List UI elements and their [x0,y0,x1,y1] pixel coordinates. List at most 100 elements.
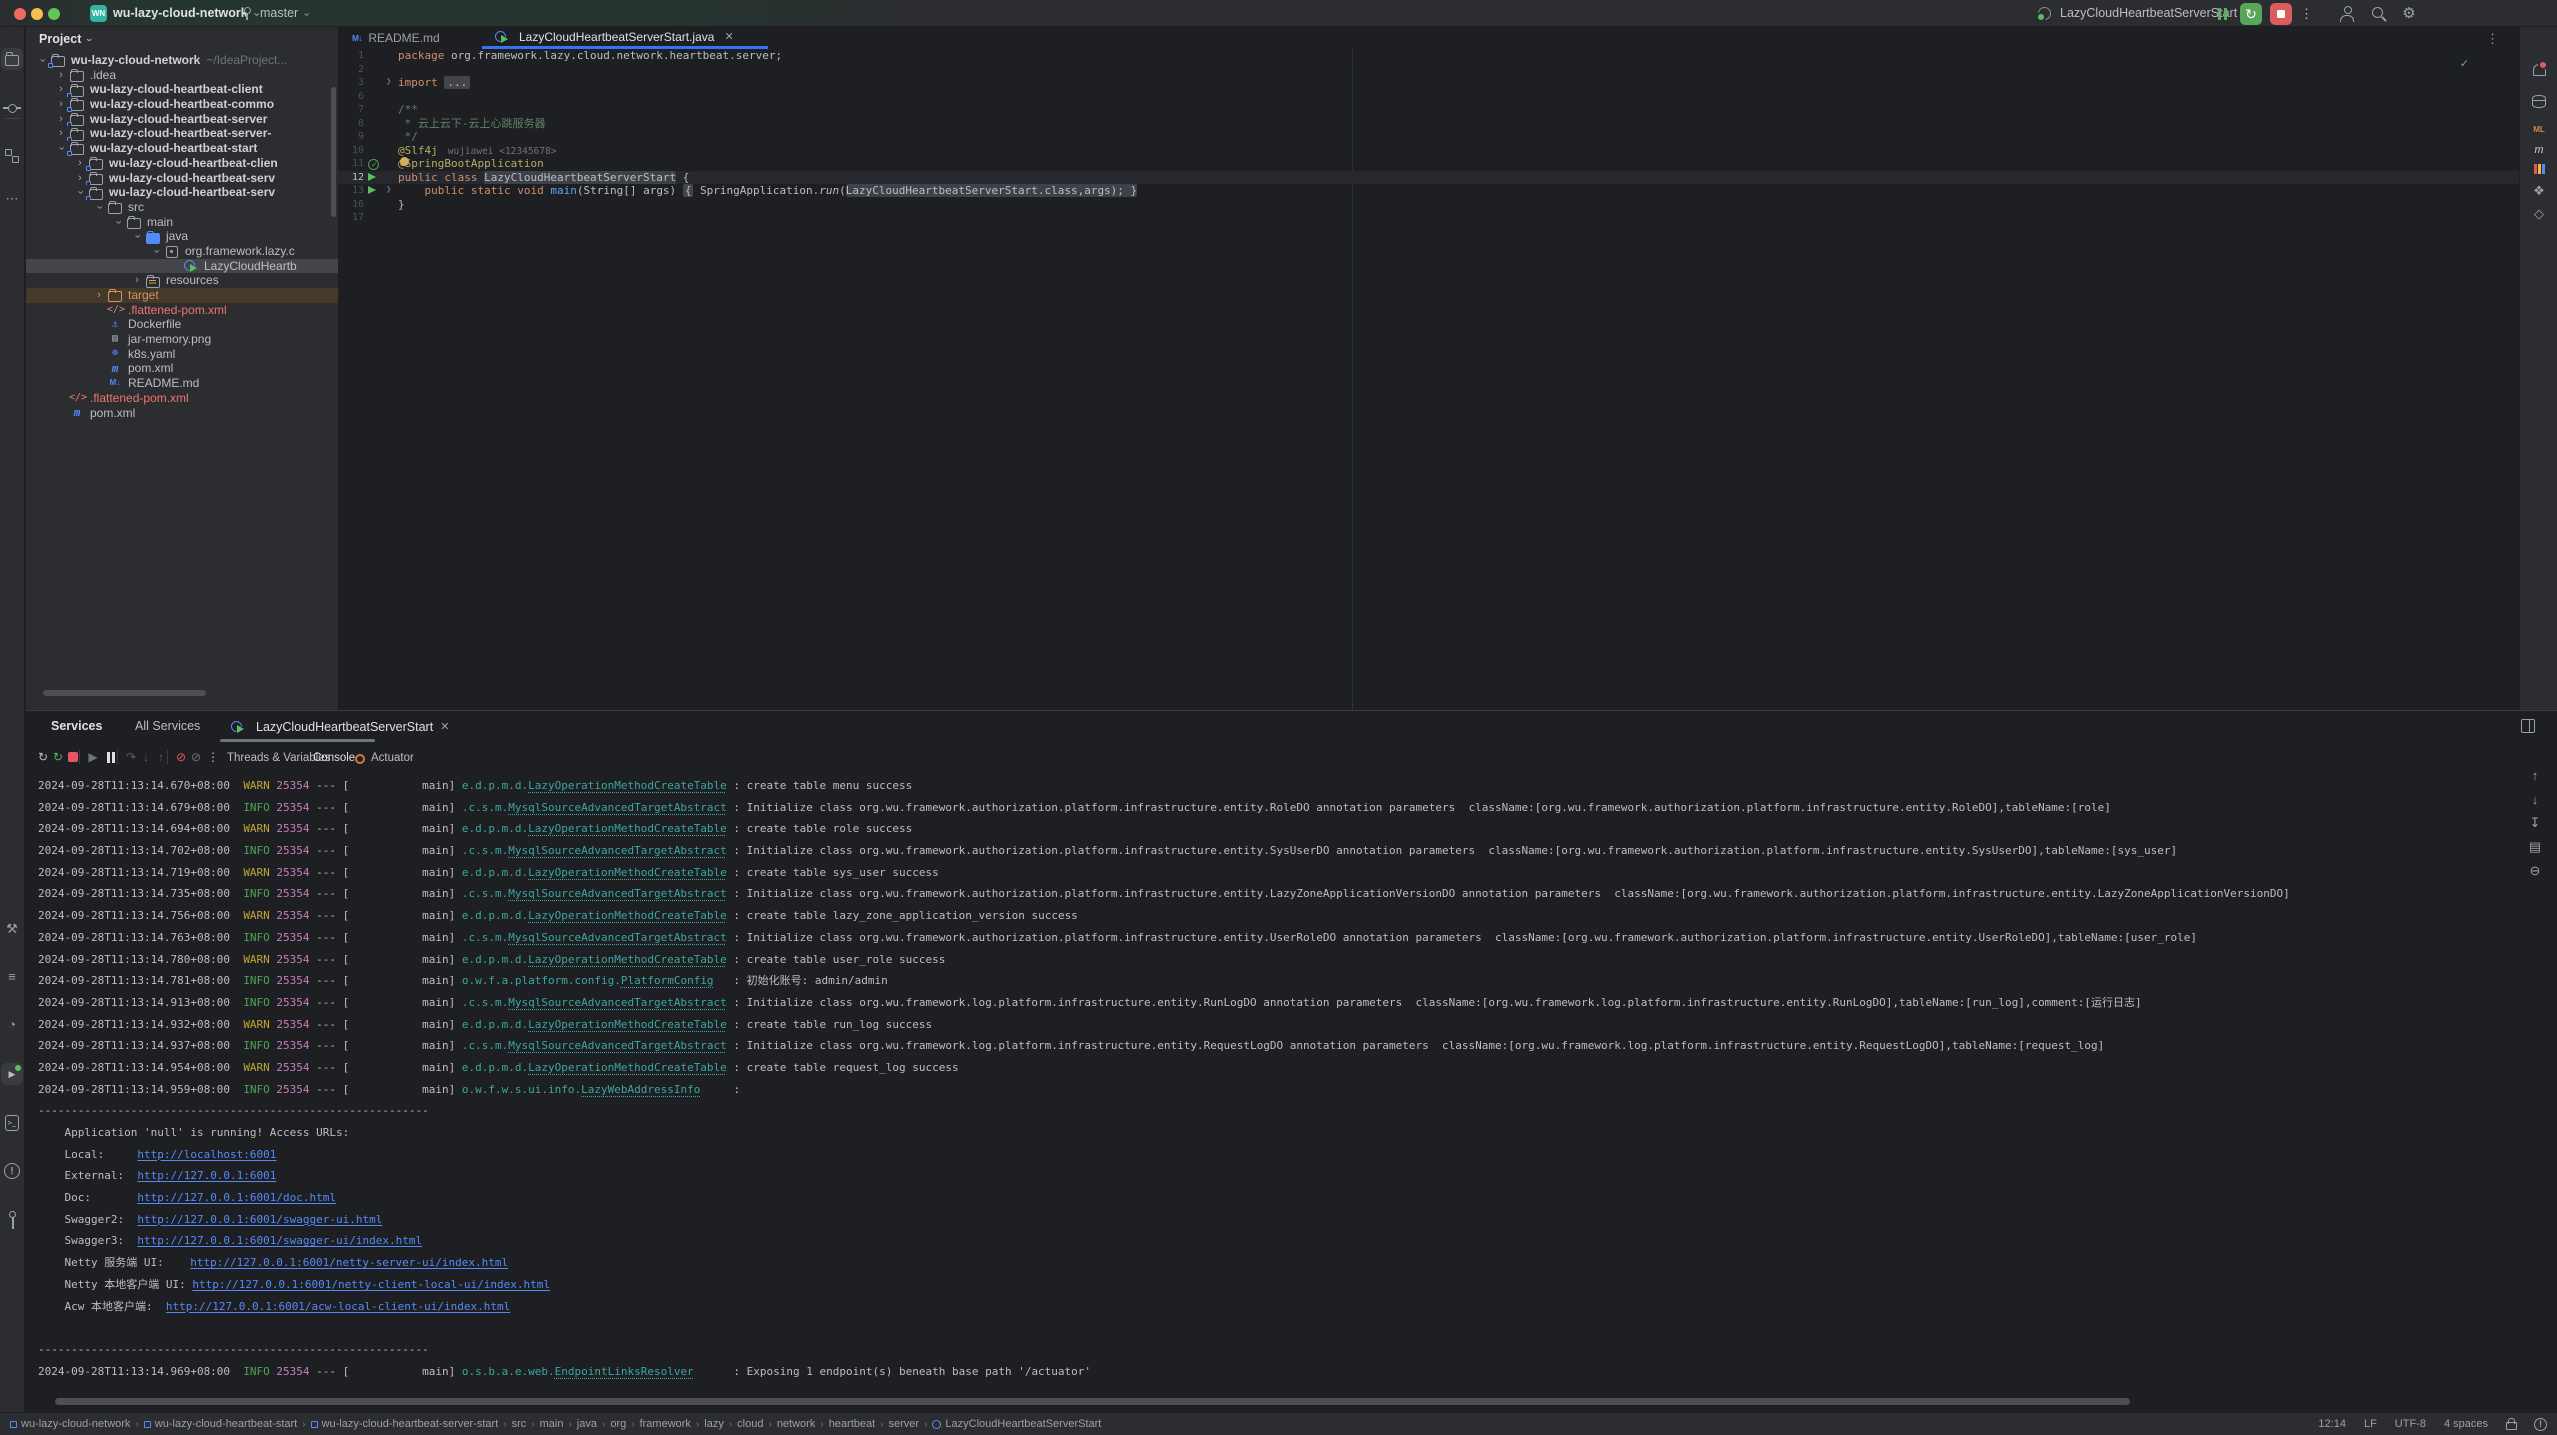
tree-item--flattened-pom-xml[interactable]: </>.flattened-pom.xml [26,303,338,318]
branch-selector[interactable]: master› [260,0,308,27]
notifications-status-icon[interactable]: ! [2534,1418,2547,1431]
tree-item-wu-lazy-cloud-heartbeat-server[interactable]: ›wu-lazy-cloud-heartbeat-server [26,112,338,127]
code-line-2[interactable]: 2 [338,63,2519,77]
console-class-link[interactable]: MysqlSourceAdvancedTargetAbstract [508,844,727,857]
code-line-8[interactable]: 8 * 云上云下-云上心跳服务器 [338,117,2519,131]
breadcrumb-item[interactable]: wu-lazy-cloud-heartbeat-server-start [311,1418,499,1430]
tree-item-target[interactable]: ›target [26,288,338,303]
console-url-link[interactable]: http://127.0.0.1:6001/netty-client-local… [192,1278,550,1291]
tree-item-src[interactable]: ›src [26,200,338,215]
chevron-collapsed-icon[interactable]: › [91,288,107,303]
chevron-expanded-icon[interactable]: › [130,229,145,244]
tree-item-dockerfile[interactable]: ⚓Dockerfile [26,317,338,332]
chevron-expanded-icon[interactable]: › [149,244,164,259]
profiler-tool-icon[interactable]: ◔ [1,1013,23,1035]
editor-tab-active[interactable]: LazyCloudHeartbeatServerStart.java✕ [482,27,768,49]
chevron-collapsed-icon[interactable]: › [129,273,145,288]
scroll-down-icon[interactable]: ↓ [2525,787,2545,811]
pause-output-icon[interactable] [2218,8,2227,20]
resume-icon[interactable]: ▶ [85,749,101,765]
console-class-link[interactable]: MysqlSourceAdvancedTargetAbstract [508,996,727,1009]
chevron-collapsed-icon[interactable]: › [53,68,69,83]
dependencies-icon[interactable]: ◇ [2528,203,2550,225]
tree-item-wu-lazy-cloud-heartbeat-serv[interactable]: ›wu-lazy-cloud-heartbeat-serv [26,185,338,200]
tree-item-wu-lazy-cloud-heartbeat-server-[interactable]: ›wu-lazy-cloud-heartbeat-server- [26,126,338,141]
tree-item-pom-xml[interactable]: mpom.xml [26,406,338,421]
run-gutter-icon[interactable] [368,173,376,181]
layout-settings-icon[interactable] [2521,719,2535,733]
settings-gear-icon[interactable]: ⚙ [2400,5,2418,23]
project-selector[interactable]: wu-lazy-cloud-network› [113,0,257,27]
console-class-link[interactable]: LazyOperationMethodCreateTable [528,779,727,792]
problems-tool-icon[interactable] [1,1160,23,1182]
structure-tool-icon[interactable] [1,145,23,167]
console-class-link[interactable]: LazyOperationMethodCreateTable [528,953,727,966]
tree-item-readme-md[interactable]: M↓README.md [26,376,338,391]
status-indent-size[interactable]: 4 spaces [2444,1418,2488,1430]
breadcrumb-item[interactable]: org [610,1418,626,1430]
database-icon[interactable] [2528,90,2550,112]
fold-marker-icon[interactable]: ❯ [386,76,391,90]
code-line-3[interactable]: 3❯import ... [338,76,2519,90]
code-line-10[interactable]: 10@Slf4jwujiawei <12345678> [338,144,2519,158]
breadcrumb-item[interactable]: lazy [704,1418,724,1430]
close-window-button[interactable] [14,8,26,20]
code-line-7[interactable]: 7/** [338,103,2519,117]
console-class-link[interactable]: EndpointLinksResolver [555,1365,694,1378]
console-url-link[interactable]: http://localhost:6001 [137,1148,276,1161]
rerun-button[interactable]: ↻ [2240,3,2262,25]
commit-tool-icon[interactable] [1,97,23,119]
run-success-gutter-icon[interactable]: ✓ [368,159,379,170]
tree-item-wu-lazy-cloud-heartbeat-start[interactable]: ›wu-lazy-cloud-heartbeat-start [26,141,338,156]
editor-tab-options-icon[interactable]: ⋮ [2486,31,2499,47]
more-options-icon[interactable]: ⋮ [205,749,221,765]
view-breakpoints-icon[interactable]: ⊘ [173,749,189,765]
intention-bulb-icon[interactable] [400,157,409,166]
console-class-link[interactable]: LazyWebAddressInfo [581,1083,700,1096]
console-class-link[interactable]: LazyOperationMethodCreateTable [528,1018,727,1031]
console-url-link[interactable]: http://127.0.0.1:6001/acw-local-client-u… [166,1300,510,1313]
breadcrumb-item[interactable]: src [512,1418,527,1430]
tree-item-java[interactable]: ›java [26,229,338,244]
plugin-ml-icon[interactable]: ML [2528,118,2550,140]
tree-item-wu-lazy-cloud-network[interactable]: ›wu-lazy-cloud-network~/IdeaProject... [26,53,338,68]
tree-item-k8s-yaml[interactable]: ☸k8s.yaml [26,347,338,362]
breadcrumb-item[interactable]: heartbeat [829,1418,875,1430]
tree-item-wu-lazy-cloud-heartbeat-clien[interactable]: ›wu-lazy-cloud-heartbeat-clien [26,156,338,171]
tree-vertical-scrollbar[interactable] [331,87,336,217]
rerun-icon[interactable]: ↻ [35,749,51,765]
breadcrumb-item[interactable]: java [577,1418,597,1430]
services-tool-icon[interactable] [1,1063,23,1085]
stop-button[interactable] [2270,3,2292,25]
minimize-window-button[interactable] [31,8,43,20]
more-tools-icon[interactable]: ⋯ [1,188,23,210]
breadcrumb-item[interactable]: server [889,1418,920,1430]
tree-item--idea[interactable]: ›.idea [26,68,338,83]
tab-all-services[interactable]: All Services [135,711,200,742]
chevron-expanded-icon[interactable]: › [92,200,107,215]
breadcrumb-item[interactable]: main [540,1418,564,1430]
plugin-flower-icon[interactable]: ❖ [2528,180,2550,202]
chevron-expanded-icon[interactable]: › [111,215,126,230]
tree-item-lazycloudheartb[interactable]: LazyCloudHeartb [26,259,338,274]
console-class-link[interactable]: LazyOperationMethodCreateTable [528,866,727,879]
tree-item-wu-lazy-cloud-heartbeat-commo[interactable]: ›wu-lazy-cloud-heartbeat-commo [26,97,338,112]
code-line-13[interactable]: 13❯ public static void main(String[] arg… [338,184,2519,198]
code-line-9[interactable]: 9 */ [338,130,2519,144]
services-panel-title[interactable]: Services [51,711,102,742]
console-horizontal-scrollbar[interactable] [55,1398,2130,1405]
run-gutter-icon[interactable] [368,186,376,194]
tree-item--flattened-pom-xml[interactable]: </>.flattened-pom.xml [26,391,338,406]
code-with-me-icon[interactable] [2338,5,2356,23]
tree-item-org-framework-lazy-c[interactable]: ›org.framework.lazy.c [26,244,338,259]
breadcrumb-item[interactable]: LazyCloudHeartbeatServerStart [932,1418,1101,1430]
tree-horizontal-scrollbar[interactable] [43,690,206,696]
mute-breakpoints-icon[interactable]: ⊘ [188,749,204,765]
rerun-debug-icon[interactable]: ↻ [50,749,66,765]
step-into-icon[interactable]: ↓ [138,749,154,765]
zoom-window-button[interactable] [48,8,60,20]
git-tool-icon[interactable] [1,1209,23,1231]
clear-console-icon[interactable]: ⊖ [2525,859,2545,883]
breadcrumb-item[interactable]: cloud [737,1418,763,1430]
console-class-link[interactable]: LazyOperationMethodCreateTable [528,909,727,922]
